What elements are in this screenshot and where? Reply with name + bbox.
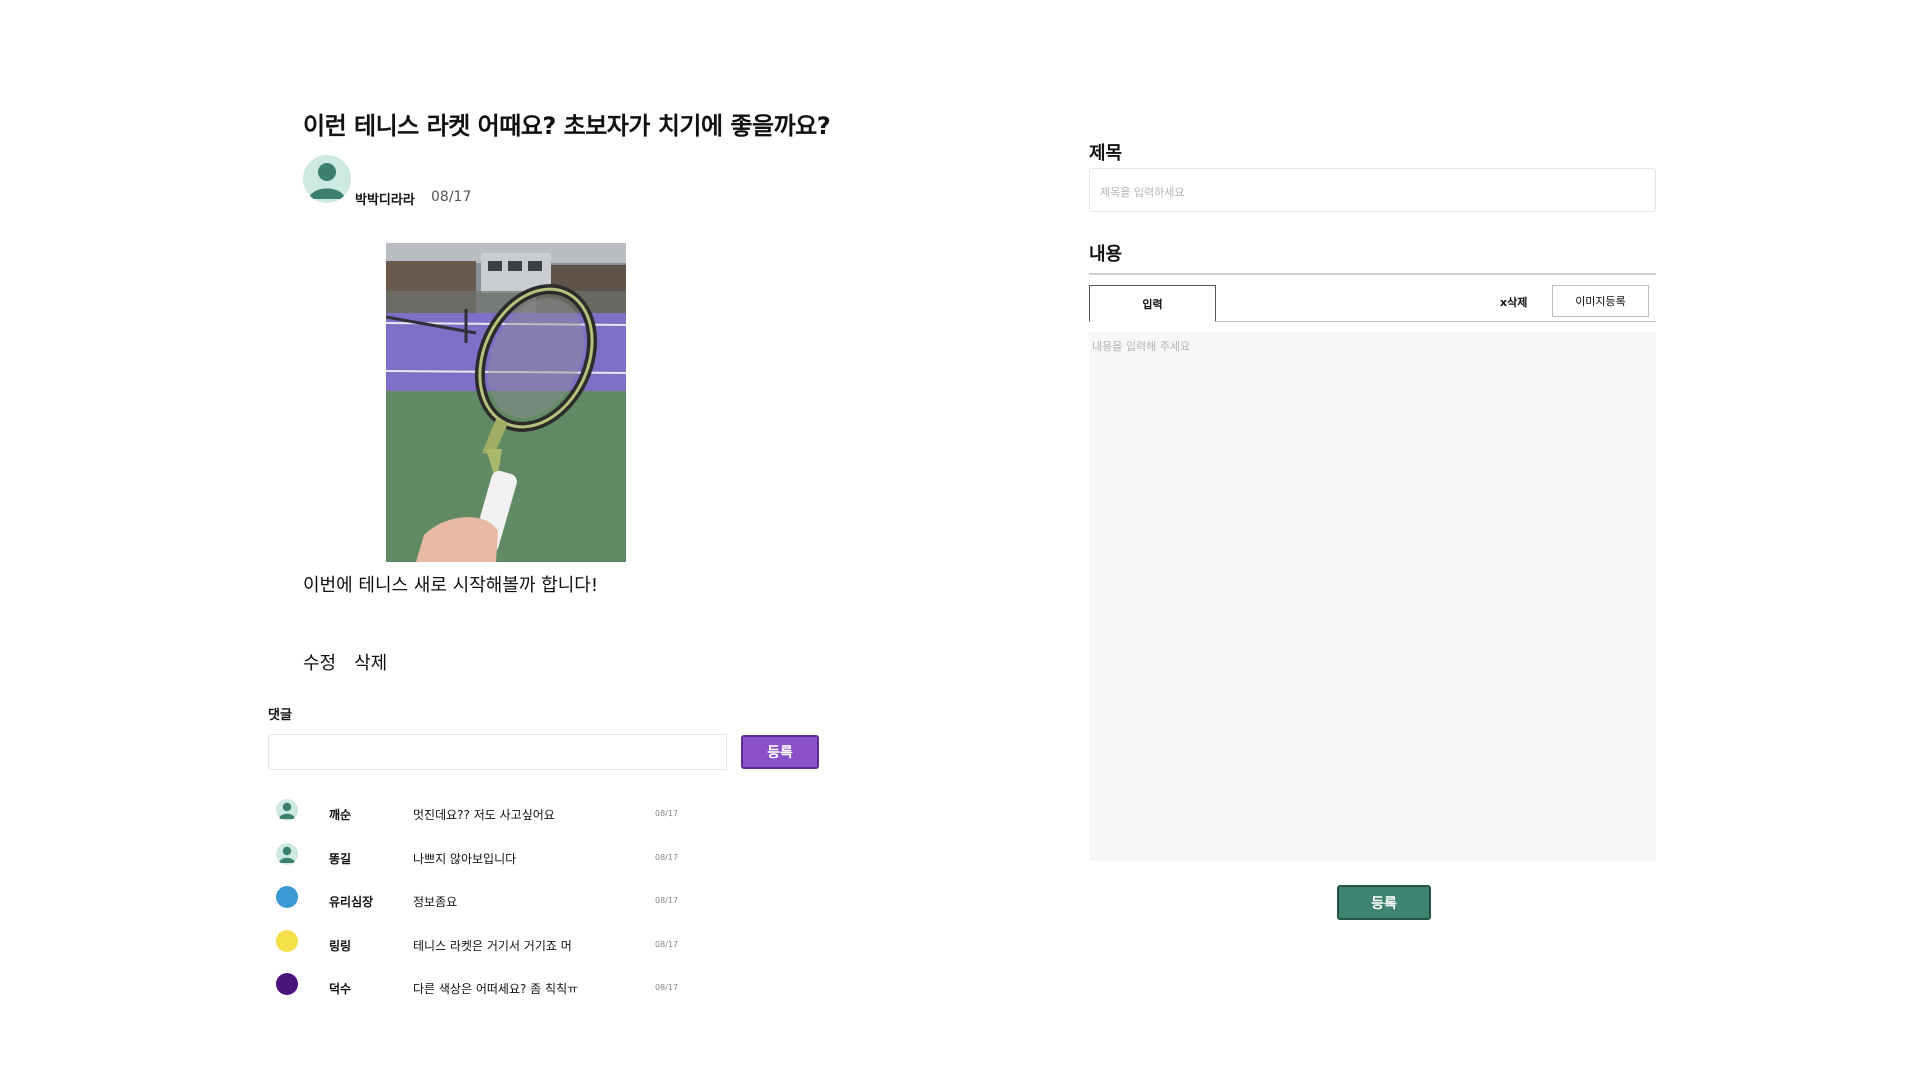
avatar-circle-icon — [276, 929, 298, 952]
title-placeholder: 제목을 입력하세요 — [1100, 186, 1185, 199]
post-body: 이번에 테니스 새로 시작해볼까 합니다! — [303, 575, 599, 596]
tab-input[interactable]: 입력 — [1089, 285, 1216, 322]
comment-author: 똥길 — [329, 851, 352, 866]
comment-author: 링링 — [329, 938, 352, 953]
comment-row: 링링 테니스 라켓은 거기서 거기죠 머 08/17 — [268, 923, 708, 967]
title-input[interactable]: 제목을 입력하세요 — [1089, 168, 1656, 212]
post-date: 08/17 — [431, 189, 472, 205]
user-avatar-icon — [276, 799, 298, 821]
comment-heading: 댓글 — [268, 708, 292, 723]
comment-author: 깨순 — [329, 808, 352, 822]
post-actions: 수정 삭제 — [303, 649, 387, 675]
post-title: 이런 테니스 라켓 어때요? 초보자가 치기에 좋을까요? — [303, 112, 831, 140]
comment-author: 유리심장 — [329, 895, 374, 909]
comment-text: 테니스 라켓은 거기서 거기죠 머 — [413, 938, 572, 953]
delete-button[interactable]: 삭제 — [354, 649, 387, 675]
comment-row: 똥길 나쁘지 않아보입니다 08/17 — [268, 836, 708, 880]
user-icon — [309, 163, 345, 199]
post-image — [386, 243, 626, 562]
comment-text: 나쁘지 않아보입니다 — [413, 851, 517, 866]
user-avatar-icon — [276, 842, 298, 865]
comment-author: 덕수 — [329, 982, 352, 996]
content-label: 내용 — [1089, 244, 1123, 265]
content-textarea[interactable]: 내용을 입력해 주세요 — [1089, 332, 1656, 861]
comment-date: 08/17 — [655, 983, 679, 992]
comment-date: 08/17 — [655, 939, 679, 949]
comment-date: 08/17 — [655, 852, 679, 862]
comment-row: 유리심장 정보좀요 08/17 — [268, 879, 708, 923]
post-submit-button[interactable]: 등록 — [1337, 885, 1431, 920]
content-divider — [1089, 273, 1656, 275]
content-placeholder: 내용을 입력해 주세요 — [1092, 340, 1191, 353]
author-name[interactable]: 박박디라라 — [355, 189, 415, 208]
comment-text: 멋진데요?? 저도 사고싶어요 — [413, 808, 555, 822]
comment-date: 08/17 — [655, 896, 679, 905]
comment-text: 다른 색상은 어떠세요? 좀 칙칙ㅠ — [413, 982, 579, 996]
image-upload-button[interactable]: 이미지등록 — [1552, 285, 1649, 317]
comment-row: 깨순 멋진데요?? 저도 사고싶어요 08/17 — [268, 792, 708, 836]
avatar-circle-icon — [276, 886, 298, 908]
edit-button[interactable]: 수정 — [303, 649, 336, 675]
comment-list: 깨순 멋진데요?? 저도 사고싶어요 08/17 똥길 나쁘지 않아보입니다 0… — [268, 792, 708, 1010]
title-label: 제목 — [1089, 143, 1123, 164]
author-avatar — [303, 155, 351, 203]
comment-row: 덕수 다른 색상은 어떠세요? 좀 칙칙ㅠ 08/17 — [268, 966, 708, 1010]
comment-date: 08/17 — [655, 809, 679, 818]
comment-text: 정보좀요 — [413, 895, 458, 909]
comment-submit-button[interactable]: 등록 — [741, 735, 819, 769]
comment-input[interactable] — [268, 734, 727, 770]
delete-image-button[interactable]: x삭제 — [1500, 294, 1527, 310]
avatar-circle-icon — [276, 973, 298, 995]
